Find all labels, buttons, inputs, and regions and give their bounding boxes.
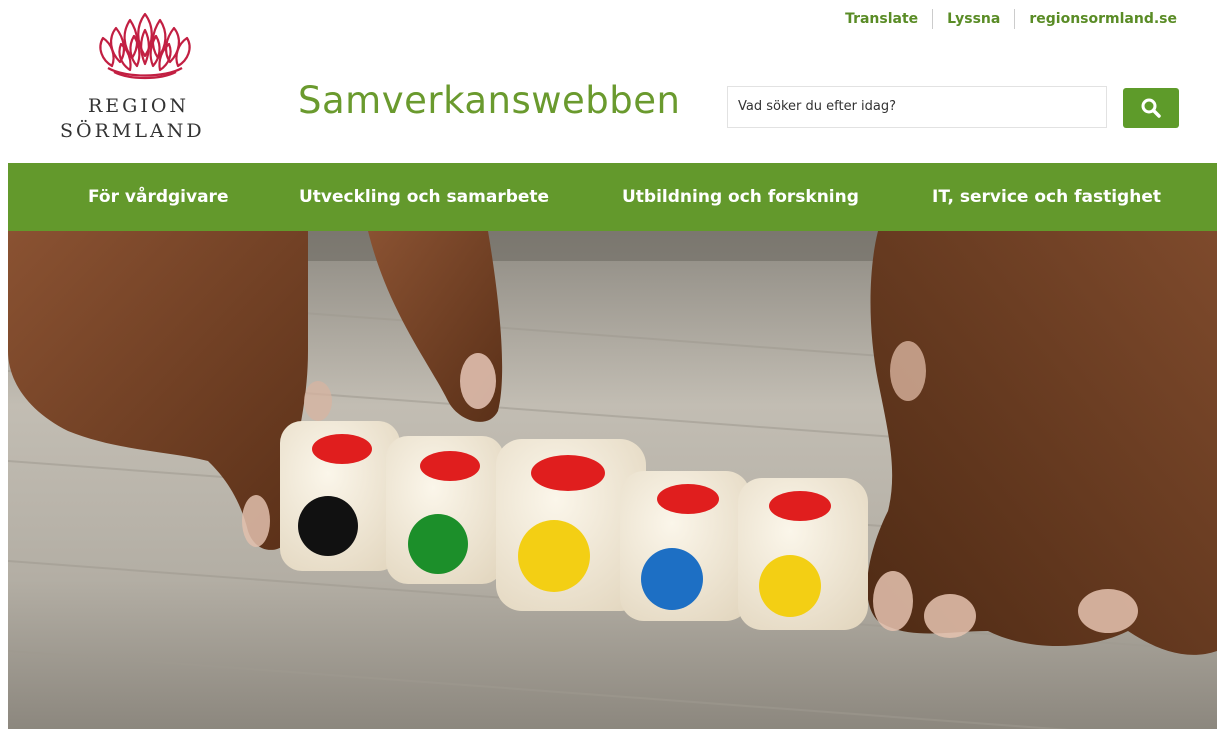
- hero-image: [8, 231, 1217, 729]
- divider: [932, 9, 934, 29]
- divider: [1014, 9, 1016, 29]
- regionsormland-link[interactable]: regionsormland.se: [1029, 11, 1177, 27]
- search-button[interactable]: [1123, 88, 1179, 128]
- nav-item-it-service[interactable]: IT, service och fastighet: [932, 187, 1161, 207]
- logo-line-region: REGION: [88, 95, 190, 117]
- site-header: REGION SÖRMLAND Samverkanswebben Transla…: [0, 0, 1217, 163]
- logo-wordmark: REGION SÖRMLAND: [60, 94, 230, 144]
- nav-item-utbildning[interactable]: Utbildning och forskning: [622, 187, 859, 207]
- search-icon: [1141, 98, 1161, 118]
- lotus-logo-icon: [99, 12, 191, 80]
- logo-line-sormland: SÖRMLAND: [60, 120, 205, 142]
- region-sormland-logo[interactable]: REGION SÖRMLAND: [60, 8, 230, 148]
- top-links: Translate Lyssna regionsormland.se: [845, 9, 1177, 29]
- search-input[interactable]: Vad söker du efter idag?: [727, 86, 1107, 128]
- translate-link[interactable]: Translate: [845, 11, 918, 27]
- listen-link[interactable]: Lyssna: [947, 11, 1000, 27]
- site-title[interactable]: Samverkanswebben: [298, 79, 680, 122]
- nav-item-utveckling[interactable]: Utveckling och samarbete: [299, 187, 549, 207]
- nav-item-vardgivare[interactable]: För vårdgivare: [88, 187, 228, 207]
- main-navigation: För vårdgivare Utveckling och samarbete …: [8, 163, 1217, 231]
